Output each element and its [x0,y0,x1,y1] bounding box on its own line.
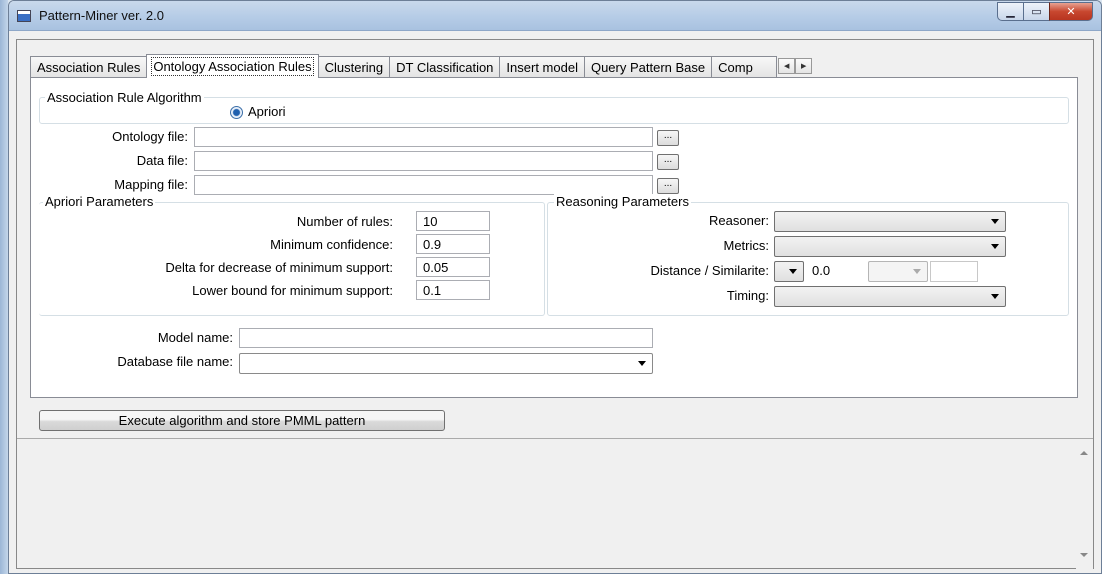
apriori-parameters-label: Apriori Parameters [43,194,156,209]
database-file-dropdown[interactable] [239,353,653,374]
distance-similarite-label: Distance / Similarite: [650,263,769,278]
triangle-left-icon: ◀ [783,63,790,70]
output-log-area[interactable] [17,438,1093,569]
metrics-dropdown[interactable] [774,236,1006,257]
maximize-button[interactable]: ▭ [1023,2,1049,21]
triangle-right-icon: ▶ [800,63,807,70]
chevron-down-icon [991,294,999,299]
tab-comp[interactable]: Comp [711,56,778,78]
apriori-radio[interactable] [230,106,243,119]
chevron-down-icon [789,269,797,274]
reasoner-label: Reasoner: [709,213,769,228]
chevron-down-icon [913,269,921,274]
tab-scroll-right-button[interactable]: ▶ [795,58,813,74]
main-window: Pattern-Miner ver. 2.0 ▁ ▭ ✕ Association… [8,0,1102,574]
model-name-input[interactable] [239,328,653,348]
tab-clustering[interactable]: Clustering [317,56,391,78]
lower-bound-min-support-input[interactable]: 0.1 [416,280,490,300]
database-file-name-label: Database file name: [117,354,233,369]
lower-bound-min-support-label: Lower bound for minimum support: [192,283,393,298]
scroll-down-icon[interactable] [1080,553,1088,557]
chevron-down-icon [638,361,646,366]
minimize-button[interactable]: ▁ [997,2,1023,21]
delta-min-support-label: Delta for decrease of minimum support: [165,260,393,275]
metrics-label: Metrics: [723,238,770,253]
output-scrollbar[interactable] [1076,439,1093,569]
close-button[interactable]: ✕ [1049,2,1093,21]
app-window-icon [17,10,31,22]
mapping-file-input[interactable] [194,175,653,195]
mapping-browse-button[interactable]: ... [657,178,679,194]
window-title: Pattern-Miner ver. 2.0 [39,8,164,23]
data-file-input[interactable] [194,151,653,171]
distance-value-field[interactable]: 0.0 [806,261,864,282]
close-icon: ✕ [1066,6,1076,18]
minimum-confidence-label: Minimum confidence: [270,237,393,252]
apriori-parameters-group: Apriori Parameters Number of rules: 10 M… [39,194,545,316]
minimum-confidence-input[interactable]: 0.9 [416,234,490,254]
chevron-down-icon [991,219,999,224]
algorithm-group-label: Association Rule Algorithm [45,90,204,105]
tab-dt-classification[interactable]: DT Classification [389,56,501,78]
reasoning-parameters-label: Reasoning Parameters [554,194,691,209]
ontology-browse-button[interactable]: ... [657,130,679,146]
title-bar[interactable]: Pattern-Miner ver. 2.0 ▁ ▭ ✕ [9,1,1101,31]
delta-min-support-input[interactable]: 0.05 [416,257,490,277]
tab-insert-model[interactable]: Insert model [499,56,585,78]
tab-association-rules[interactable]: Association Rules [30,56,148,78]
chevron-down-icon [991,244,999,249]
distance-type-dropdown[interactable] [774,261,804,282]
number-of-rules-label: Number of rules: [296,214,393,229]
timing-label: Timing: [726,288,769,303]
algorithm-group: Association Rule Algorithm Apriori [39,90,1069,124]
model-name-label: Model name: [157,330,233,345]
minimize-icon: ▁ [1006,6,1015,18]
distance-extra-field [930,261,978,282]
mapping-file-label: Mapping file: [114,177,188,192]
reasoner-dropdown[interactable] [774,211,1006,232]
content-frame: Association Rules Ontology Association R… [16,39,1094,569]
timing-dropdown[interactable] [774,286,1006,307]
data-browse-button[interactable]: ... [657,154,679,170]
tab-scroll-left-button[interactable]: ◀ [778,58,796,74]
desktop-edge [0,0,8,574]
maximize-icon: ▭ [1031,6,1042,18]
tab-query-pattern-base[interactable]: Query Pattern Base [583,56,713,78]
ontology-file-input[interactable] [194,127,653,147]
tab-bar: Association Rules Ontology Association R… [30,54,1078,78]
scroll-up-icon[interactable] [1080,451,1088,455]
number-of-rules-input[interactable]: 10 [416,211,490,231]
data-file-label: Data file: [136,153,188,168]
ontology-file-label: Ontology file: [112,129,188,144]
distance-secondary-dropdown [868,261,928,282]
tab-ontology-association-rules[interactable]: Ontology Association Rules [146,54,319,78]
apriori-radio-label: Apriori [248,104,286,119]
execute-algorithm-button[interactable]: Execute algorithm and store PMML pattern [39,410,445,431]
tab-panel: Association Rule Algorithm Apriori Ontol… [30,77,1078,398]
reasoning-parameters-group: Reasoning Parameters Reasoner: Metrics: … [547,194,1069,316]
